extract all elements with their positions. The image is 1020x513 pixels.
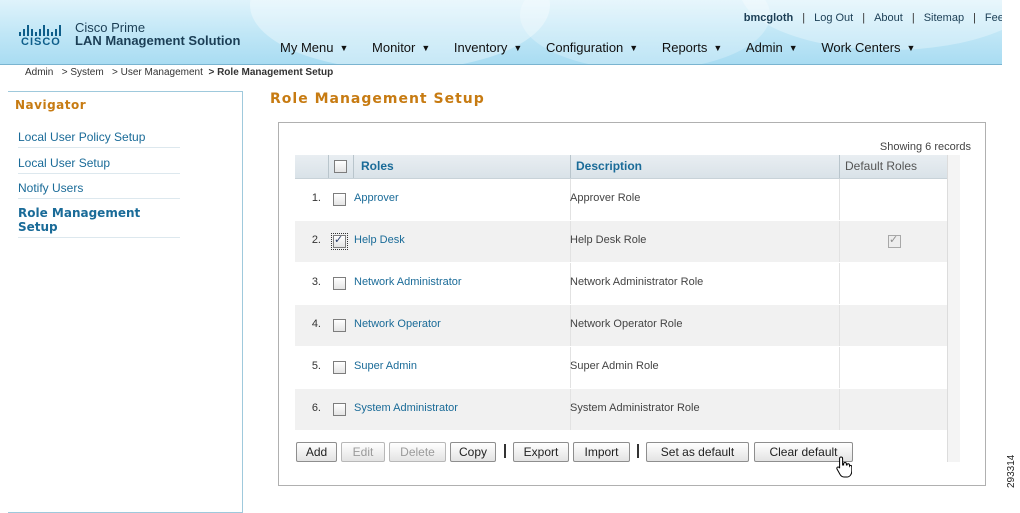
main-menu: My Menu ▼ Monitor ▼ Inventory ▼ Configurati… — [280, 40, 935, 62]
role-link[interactable]: Network Operator — [354, 318, 441, 330]
caret-down-icon: ▼ — [788, 43, 798, 53]
table-row: 4. Network Operator Network Operator Rol… — [295, 305, 947, 346]
caret-down-icon: ▼ — [906, 43, 916, 53]
navigator-panel: Navigator Local User Policy Setup Local … — [8, 91, 243, 513]
table-header: Roles Description Default Roles — [295, 155, 947, 179]
cisco-logo: CISCO — [18, 22, 64, 50]
cisco-logo-text: CISCO — [21, 36, 61, 48]
navigator-title: Navigator — [15, 98, 87, 112]
nav-local-user-setup[interactable]: Local User Setup — [18, 156, 180, 174]
copy-button[interactable]: Copy — [450, 442, 496, 462]
nav-role-management-setup[interactable]: Role Management Setup — [18, 206, 180, 238]
edit-button[interactable]: Edit — [341, 442, 385, 462]
breadcrumb-current: > Role Management Setup — [208, 67, 334, 78]
menu-reports[interactable]: Reports ▼ — [662, 40, 722, 55]
breadcrumb-system[interactable]: > System — [62, 67, 104, 78]
table-row: 6. System Administrator System Administr… — [295, 389, 947, 430]
column-description[interactable]: Description — [576, 159, 642, 173]
feedback-link[interactable]: Feed — [985, 12, 1002, 24]
add-button[interactable]: Add — [296, 442, 337, 462]
nav-notify-users[interactable]: Notify Users — [18, 181, 180, 199]
set-as-default-button[interactable]: Set as default — [646, 442, 749, 462]
select-all-checkbox[interactable] — [334, 160, 347, 173]
table-row: 3. Network Administrator Network Adminis… — [295, 263, 947, 304]
role-link[interactable]: Network Administrator — [354, 276, 462, 288]
top-links: bmcgloth|Log Out|About|Sitemap|Feed — [744, 12, 1002, 24]
delete-button[interactable]: Delete — [389, 442, 446, 462]
export-button[interactable]: Export — [513, 442, 569, 462]
toolbar-separator — [504, 444, 506, 458]
row-checkbox[interactable] — [331, 233, 348, 250]
menu-work-centers[interactable]: Work Centers ▼ — [821, 40, 915, 55]
role-link[interactable]: Super Admin — [354, 360, 417, 372]
row-checkbox[interactable] — [333, 319, 346, 332]
table-scroll-area — [947, 155, 960, 462]
table-row: 1. Approver Approver Role — [295, 179, 947, 220]
records-count: Showing 6 records — [879, 141, 971, 153]
role-link[interactable]: System Administrator — [354, 402, 458, 414]
caret-down-icon: ▼ — [339, 43, 349, 53]
role-description: Approver Role — [570, 192, 641, 204]
row-checkbox[interactable] — [333, 193, 346, 206]
table-row: 2. Help Desk Help Desk Role — [295, 221, 947, 262]
cisco-bars-icon — [18, 22, 64, 36]
role-description: Network Operator Role — [570, 318, 683, 330]
logout-link[interactable]: Log Out — [814, 12, 853, 24]
column-default-roles: Default Roles — [845, 159, 918, 173]
username: bmcgloth — [743, 12, 794, 24]
row-checkbox[interactable] — [333, 403, 346, 416]
hand-cursor-icon — [836, 456, 852, 478]
caret-down-icon: ▼ — [713, 43, 723, 53]
menu-my-menu[interactable]: My Menu ▼ — [280, 40, 348, 55]
product-name-line2: LAN Management Solution — [75, 33, 241, 48]
role-description: Help Desk Role — [570, 234, 647, 246]
app-header: CISCO Cisco Prime LAN Management Solutio… — [0, 0, 1002, 65]
breadcrumb-user-management[interactable]: > User Management — [112, 67, 203, 78]
roles-panel: Showing 6 records Roles Description Defa… — [278, 122, 986, 486]
import-button[interactable]: Import — [573, 442, 630, 462]
role-description: System Administrator Role — [570, 402, 700, 414]
caret-down-icon: ▼ — [513, 43, 523, 53]
role-link[interactable]: Help Desk — [354, 234, 405, 246]
caret-down-icon: ▼ — [629, 43, 639, 53]
breadcrumb: Admin > System > User Management > Role … — [25, 67, 333, 78]
role-description: Super Admin Role — [570, 360, 659, 372]
role-link[interactable]: Approver — [354, 192, 399, 204]
menu-inventory[interactable]: Inventory ▼ — [454, 40, 522, 55]
default-role-checkbox — [888, 233, 901, 248]
role-description: Network Administrator Role — [570, 276, 704, 288]
about-link[interactable]: About — [874, 12, 903, 24]
menu-configuration[interactable]: Configuration ▼ — [546, 40, 638, 55]
toolbar-separator — [637, 444, 639, 458]
caret-down-icon: ▼ — [421, 43, 431, 53]
nav-local-user-policy-setup[interactable]: Local User Policy Setup — [18, 130, 180, 148]
table-row: 5. Super Admin Super Admin Role — [295, 347, 947, 388]
breadcrumb-admin[interactable]: Admin — [25, 67, 53, 78]
menu-admin[interactable]: Admin ▼ — [746, 40, 798, 55]
row-checkbox[interactable] — [333, 277, 346, 290]
sitemap-link[interactable]: Sitemap — [924, 12, 964, 24]
page-title: Role Management Setup — [270, 91, 485, 107]
row-checkbox[interactable] — [333, 361, 346, 374]
menu-monitor[interactable]: Monitor ▼ — [372, 40, 430, 55]
figure-number: 293314 — [1006, 454, 1017, 488]
column-roles[interactable]: Roles — [361, 159, 394, 173]
